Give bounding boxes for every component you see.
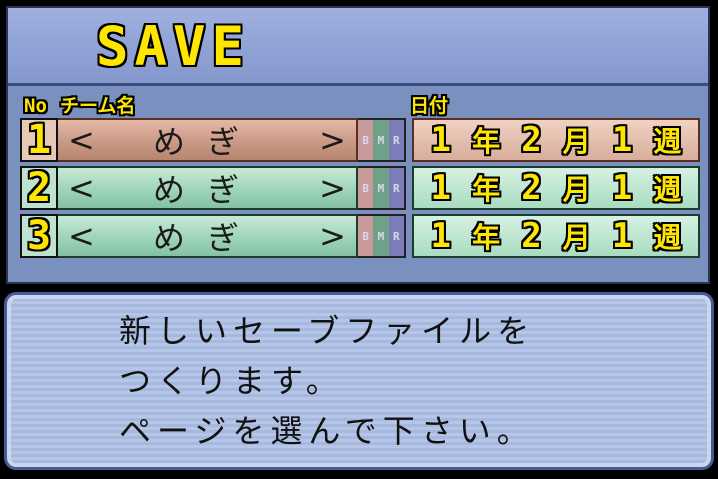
date-field: 1 年 2 月 1 週 [412,166,700,210]
column-header-team: チーム名 [60,95,136,117]
team-name-field: < めぎ > [58,118,358,162]
date-field: 1 年 2 月 1 週 [412,118,700,162]
month-value: 2 [521,168,542,208]
message-line-1: 新しいセーブファイルを [119,312,536,350]
save-slot-3[interactable]: 3 < めぎ > B M R 1 年 2 月 1 週 [20,213,700,259]
m-indicator: M [373,168,389,208]
save-slot-2[interactable]: 2 < めぎ > B M R 1 年 2 月 1 週 [20,165,700,211]
week-unit: 週 [653,173,682,206]
month-value: 2 [521,216,542,256]
year-unit: 年 [472,125,501,158]
year-value: 1 [430,216,452,256]
b-indicator: B [358,216,374,256]
title-bar: SAVE [8,8,708,86]
save-slot-1[interactable]: 1 < めぎ > B M R 1 年 2 月 1 週 [20,117,700,163]
bracket-open: < [68,217,95,255]
team-name: めぎ [152,219,261,257]
month-unit: 月 [562,221,591,254]
b-indicator: B [358,168,374,208]
bmr-indicator: B M R [358,118,406,162]
bmr-indicator: B M R [358,166,406,210]
team-name-field: < めぎ > [58,214,358,258]
bracket-close: > [319,217,346,255]
week-value: 1 [611,216,633,256]
year-unit: 年 [472,173,501,206]
week-unit: 週 [653,125,682,158]
team-name: めぎ [152,171,261,209]
save-panel: SAVE No チーム名 日付 1 < めぎ > B M R 1 年 2 月 1… [6,6,710,284]
m-indicator: M [373,120,389,160]
date-field: 1 年 2 月 1 週 [412,214,700,258]
column-header-date: 日付 [410,95,449,117]
column-header-no: No [24,95,47,117]
week-value: 1 [611,168,633,208]
month-value: 2 [521,120,542,160]
bmr-indicator: B M R [358,214,406,258]
save-slot-list: 1 < めぎ > B M R 1 年 2 月 1 週 2 < めぎ > B M … [20,117,700,262]
slot-number: 3 [20,213,58,259]
year-value: 1 [430,120,452,160]
year-value: 1 [430,168,452,208]
m-indicator: M [373,216,389,256]
r-indicator: R [388,216,404,256]
week-unit: 週 [653,221,682,254]
slot-number: 1 [20,117,58,163]
b-indicator: B [358,120,374,160]
team-name-field: < めぎ > [58,166,358,210]
bracket-open: < [68,121,95,159]
bracket-open: < [68,169,95,207]
message-box: 新しいセーブファイルを つくります。 ページを選んで下さい。 [4,292,714,470]
screen-title: SAVE [96,15,251,78]
r-indicator: R [388,120,404,160]
bracket-close: > [319,169,346,207]
r-indicator: R [388,168,404,208]
bracket-close: > [319,121,346,159]
message-line-3: ページを選んで下さい。 [119,412,535,450]
year-unit: 年 [472,221,501,254]
month-unit: 月 [562,125,591,158]
month-unit: 月 [562,173,591,206]
team-name: めぎ [152,123,261,161]
slot-number: 2 [20,165,58,211]
message-line-2: つくります。 [119,362,344,400]
week-value: 1 [611,120,633,160]
